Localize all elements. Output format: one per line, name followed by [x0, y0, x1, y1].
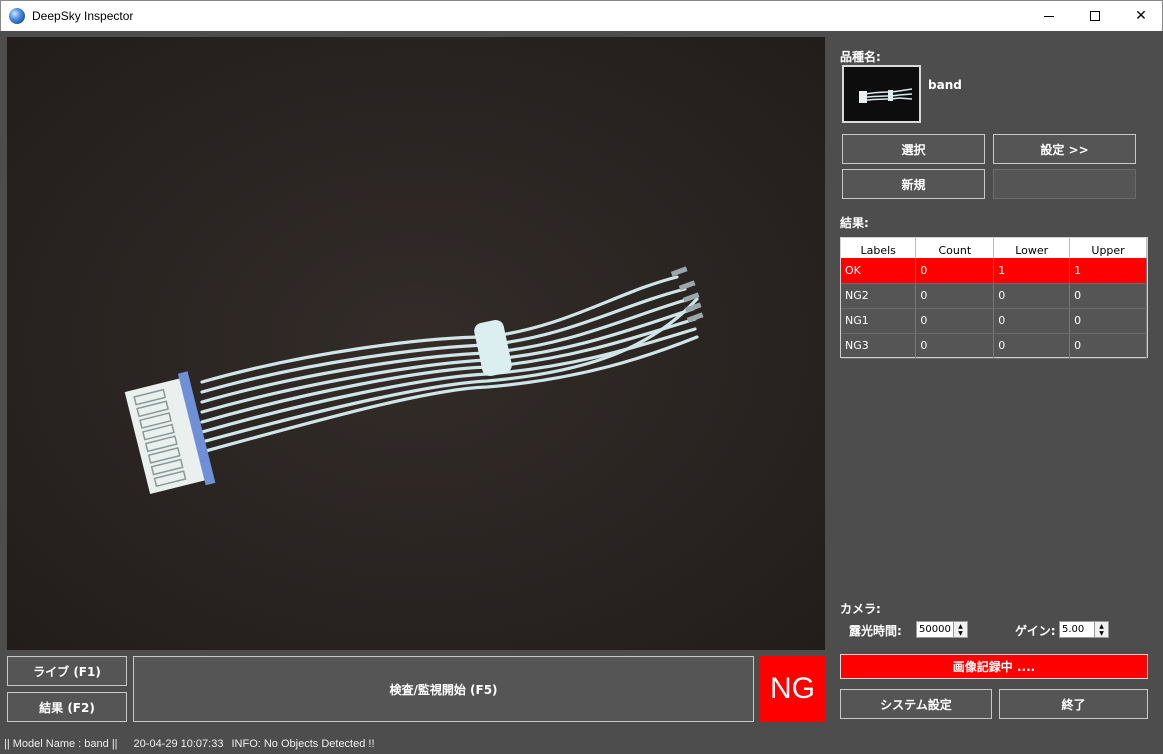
gain-label: ゲイン: [1015, 624, 1056, 638]
column-header[interactable]: Lower [993, 238, 1071, 258]
column-header[interactable]: Count [915, 238, 995, 258]
table-cell: 0 [1069, 308, 1147, 334]
close-icon[interactable]: ✕ [1118, 1, 1163, 31]
table-cell: 0 [915, 308, 995, 334]
recording-indicator: 画像記録中 .... [840, 654, 1148, 679]
table-cell: 0 [1069, 283, 1147, 309]
model-thumbnail [842, 65, 921, 123]
status-timestamp: 20-04-29 10:07:33 [133, 738, 224, 750]
table-cell: 0 [993, 333, 1071, 359]
status-info: INFO: No Objects Detected !! [231, 738, 375, 750]
table-cell: OK [841, 258, 917, 284]
result-button[interactable]: 結果 (F2) [7, 692, 127, 722]
table-cell: 1 [1069, 258, 1147, 284]
judgement-indicator: NG [760, 656, 825, 722]
window-title: DeepSky Inspector [32, 9, 134, 23]
table-row[interactable]: NG3 0 0 0 [841, 333, 1147, 359]
table-cell: NG2 [841, 283, 917, 309]
camera-image [7, 37, 825, 650]
live-button[interactable]: ライブ (F1) [7, 656, 127, 686]
exposure-label: 露光時間: [849, 624, 902, 638]
table-cell: 1 [993, 258, 1071, 284]
spin-arrows-icon[interactable]: ▲ ▼ [953, 622, 967, 637]
title-bar: DeepSky Inspector ✕ [0, 0, 1163, 31]
new-model-button[interactable]: 新規 [842, 169, 985, 199]
table-cell: 0 [915, 283, 995, 309]
table-cell: NG1 [841, 308, 917, 334]
results-section-label: 結果: [840, 216, 869, 230]
status-model: || Model Name : band || [4, 738, 118, 750]
app-globe-icon [9, 8, 25, 24]
column-header[interactable]: Upper [1069, 238, 1147, 258]
minimize-icon[interactable] [1026, 1, 1072, 31]
results-table: Labels Count Lower Upper OK 0 1 1 NG2 0 … [840, 237, 1148, 359]
gain-stepper[interactable]: 5.00 ▲ ▼ [1059, 621, 1109, 638]
table-cell: 0 [915, 333, 995, 359]
exit-button[interactable]: 終了 [999, 689, 1148, 719]
table-cell: 0 [993, 308, 1071, 334]
spin-arrows-icon[interactable]: ▲ ▼ [1094, 622, 1108, 637]
empty-button-slot [993, 169, 1136, 199]
settings-button[interactable]: 設定 >> [993, 134, 1136, 164]
model-section-label: 品種名: [840, 50, 881, 64]
exposure-value[interactable]: 50000 [917, 624, 953, 635]
system-settings-button[interactable]: システム設定 [840, 689, 992, 719]
model-name: band [928, 78, 962, 92]
table-row[interactable]: OK 0 1 1 [841, 258, 1147, 284]
table-cell: NG3 [841, 333, 917, 359]
exposure-stepper[interactable]: 50000 ▲ ▼ [916, 621, 968, 638]
inspect-start-button[interactable]: 検査/監視開始 (F5) [133, 656, 754, 722]
select-model-button[interactable]: 選択 [842, 134, 985, 164]
table-row[interactable]: NG2 0 0 0 [841, 283, 1147, 309]
column-header[interactable]: Labels [841, 238, 917, 258]
table-cell: 0 [993, 283, 1071, 309]
camera-view [7, 37, 825, 650]
camera-section-label: カメラ: [840, 602, 881, 616]
table-cell: 0 [1069, 333, 1147, 359]
status-bar: || Model Name : band || 20-04-29 10:07:3… [0, 734, 1163, 754]
gain-value[interactable]: 5.00 [1060, 624, 1094, 635]
maximize-icon[interactable] [1072, 1, 1118, 31]
table-cell: 0 [915, 258, 995, 284]
table-row[interactable]: NG1 0 0 0 [841, 308, 1147, 334]
